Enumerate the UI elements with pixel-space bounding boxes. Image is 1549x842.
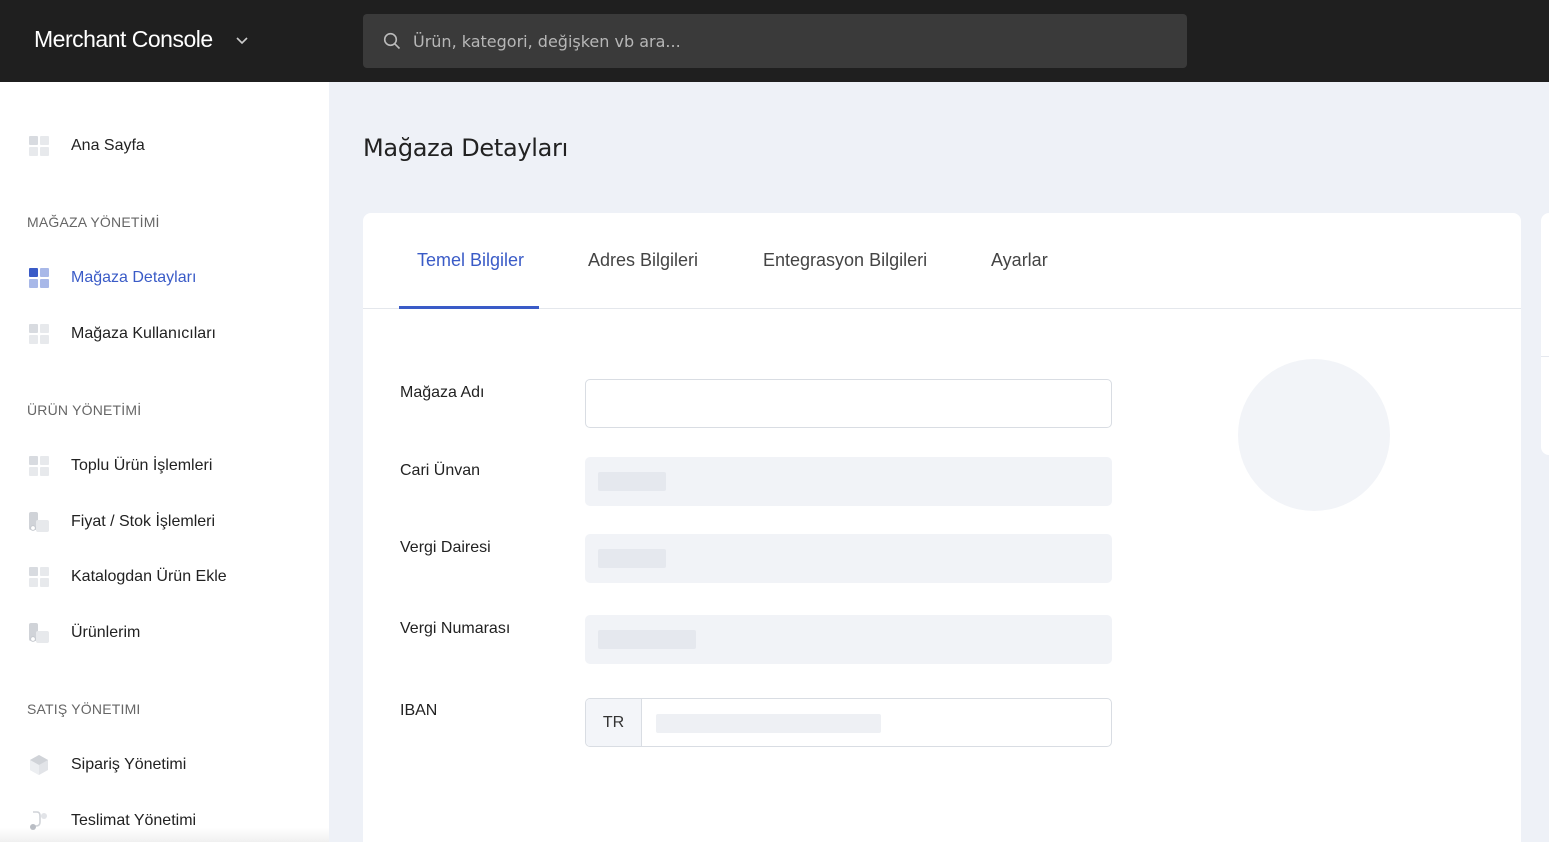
brand-switcher[interactable]: Merchant Console — [34, 26, 249, 53]
tab-integration-info[interactable]: Entegrasyon Bilgileri — [763, 250, 927, 271]
grid-icon — [29, 567, 49, 587]
sidebar-item-label: Mağaza Detayları — [71, 269, 197, 286]
tax-number-label: Vergi Numarası — [400, 620, 511, 637]
sidebar: Ana Sayfa MAĞAZA YÖNETİMİ Mağaza Detayla… — [0, 82, 329, 842]
grid-icon — [29, 268, 49, 288]
sidebar-item-price-stock[interactable]: Fiyat / Stok İşlemleri — [28, 511, 215, 533]
loading-placeholder — [598, 630, 696, 649]
sidebar-section-store: MAĞAZA YÖNETİMİ — [27, 214, 160, 230]
brand-title: Merchant Console — [34, 26, 213, 52]
tag-icon — [29, 623, 49, 643]
search-icon — [383, 32, 401, 50]
sidebar-item-store-users[interactable]: Mağaza Kullanıcıları — [28, 323, 216, 345]
sidebar-item-label: Ana Sayfa — [71, 137, 145, 154]
company-title-label: Cari Ünvan — [400, 462, 481, 479]
tab-settings[interactable]: Ayarlar — [991, 250, 1048, 271]
sidebar-item-home[interactable]: Ana Sayfa — [28, 135, 145, 157]
search-bar[interactable] — [363, 14, 1187, 68]
store-name-input[interactable] — [586, 380, 1111, 427]
page-title: Mağaza Detayları — [363, 134, 568, 162]
sidebar-item-my-products[interactable]: Ürünlerim — [28, 622, 140, 644]
loading-placeholder — [598, 472, 666, 491]
top-bar: Merchant Console — [0, 0, 1549, 82]
sidebar-item-label: Mağaza Kullanıcıları — [71, 325, 216, 342]
grid-icon — [29, 456, 49, 476]
iban-field[interactable]: TR — [585, 698, 1112, 747]
sidebar-item-label: Ürünlerim — [71, 624, 141, 641]
grid-icon — [29, 324, 49, 344]
tab-bar: Temel Bilgiler Adres Bilgileri Entegrasy… — [363, 213, 1521, 309]
sidebar-section-sales: SATIŞ YÖNETIMI — [27, 701, 141, 717]
iban-label: IBAN — [400, 702, 438, 719]
sidebar-item-catalog-add[interactable]: Katalogdan Ürün Ekle — [28, 566, 227, 588]
sidebar-item-label: Fiyat / Stok İşlemleri — [71, 513, 216, 530]
tab-basic-info[interactable]: Temel Bilgiler — [417, 250, 524, 271]
sidebar-item-label: Toplu Ürün İşlemleri — [71, 457, 213, 474]
active-tab-indicator — [399, 306, 539, 309]
iban-prefix: TR — [586, 699, 642, 746]
tab-address-info[interactable]: Adres Bilgileri — [588, 250, 698, 271]
store-details-card: Temel Bilgiler Adres Bilgileri Entegrasy… — [363, 213, 1521, 842]
sidebar-section-product: ÜRÜN YÖNETİMİ — [27, 402, 142, 418]
loading-placeholder — [656, 714, 881, 733]
chevron-down-icon — [236, 36, 248, 44]
loading-placeholder — [598, 549, 666, 568]
company-title-field — [585, 457, 1112, 506]
sidebar-item-label: Sipariş Yönetimi — [71, 756, 187, 773]
tag-icon — [29, 512, 49, 532]
divider — [1541, 356, 1549, 357]
store-name-label: Mağaza Adı — [400, 384, 485, 401]
search-input[interactable] — [413, 31, 1153, 51]
secondary-card — [1541, 213, 1549, 455]
sidebar-scroll-fade — [0, 828, 329, 842]
sidebar-item-bulk-product[interactable]: Toplu Ürün İşlemleri — [28, 455, 212, 477]
tax-office-label: Vergi Dairesi — [400, 539, 491, 556]
store-name-field[interactable] — [585, 379, 1112, 428]
sidebar-item-store-details[interactable]: Mağaza Detayları — [28, 267, 196, 289]
box-icon — [30, 755, 48, 775]
grid-icon — [29, 136, 49, 156]
tax-number-field — [585, 615, 1112, 664]
tax-office-field — [585, 534, 1112, 583]
store-logo-placeholder[interactable] — [1238, 359, 1390, 511]
sidebar-item-label: Katalogdan Ürün Ekle — [71, 568, 227, 585]
sidebar-item-orders[interactable]: Sipariş Yönetimi — [28, 754, 186, 776]
